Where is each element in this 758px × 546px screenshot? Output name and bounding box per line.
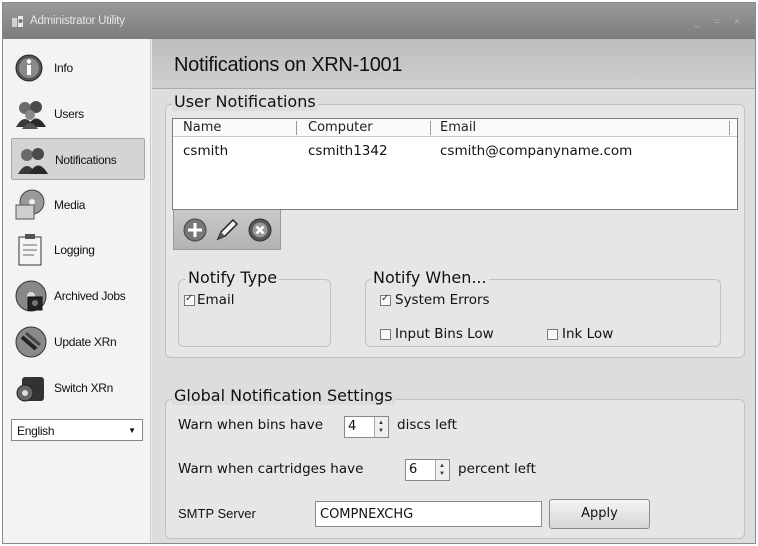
cell-name: csmith [183,143,229,159]
notify-type-legend: Notify Type [186,268,280,287]
app-window: Administrator Utility _ = × Info Users N… [2,2,756,544]
sidebar-item-logging[interactable]: Logging [11,229,145,271]
input-bins-low-checkbox[interactable] [380,329,391,340]
main-panel: Notifications on XRN-1001 User Notificat… [152,39,755,543]
minimize-icon[interactable]: _ [691,17,703,28]
bins-threshold-value: 4 [348,419,357,434]
stepper-up-icon[interactable]: ▲ [378,420,384,426]
app-logo-icon [12,16,23,27]
cartridges-threshold-stepper[interactable]: 6 ▲ ▼ [405,459,450,481]
window-title: Administrator Utility [30,15,125,27]
users-icon [16,101,46,129]
users-table: Name Computer Email csmith csmith1342 cs… [172,118,738,210]
system-errors-checkbox[interactable] [380,293,391,306]
bins-threshold-stepper[interactable]: 4 ▲ ▼ [344,416,389,438]
table-header: Name Computer Email [173,119,737,137]
apply-button[interactable]: Apply [549,499,650,529]
global-settings-legend: Global Notification Settings [172,386,395,405]
smtp-server-input[interactable]: COMPNEXCHG [315,501,542,527]
language-select[interactable]: English ▼ [11,419,143,441]
ink-low-label: Ink Low [562,326,614,342]
maximize-icon[interactable]: = [711,17,723,28]
bins-warning-suffix: discs left [397,417,457,433]
column-header-computer[interactable]: Computer [308,120,373,135]
column-separator[interactable] [430,121,431,135]
sidebar-item-users[interactable]: Users [11,93,145,135]
stepper-down-icon[interactable]: ▼ [378,428,384,434]
title-bar[interactable]: Administrator Utility _ = × [3,3,755,39]
system-errors-label: System Errors [395,292,490,308]
column-separator[interactable] [296,121,297,135]
close-icon[interactable]: × [731,17,743,28]
sidebar-item-label: Users [54,107,84,121]
sidebar-item-label: Media [54,198,86,212]
sidebar-item-archived-jobs[interactable]: Archived Jobs [11,275,145,317]
email-checkbox-label: Email [197,292,235,308]
media-icon [15,189,45,220]
sidebar: Info Users Notifications Media Logging A… [3,39,151,543]
page-title: Notifications on XRN-1001 [174,54,403,76]
sidebar-item-label: Archived Jobs [54,289,126,303]
sidebar-item-switch-xrn[interactable]: Switch XRn [11,367,145,409]
cell-email: csmith@companyname.com [440,143,633,159]
cartridges-threshold-value: 6 [409,462,418,477]
stepper-buttons[interactable]: ▲ ▼ [435,460,449,480]
update-icon [15,326,47,358]
user-notifications-legend: User Notifications [172,92,318,111]
language-value: English [17,424,55,438]
notifications-icon [18,148,48,174]
cartridges-warning-prefix: Warn when cartridges have [178,461,364,477]
logging-icon [18,234,42,266]
ink-low-checkbox[interactable] [547,329,558,340]
column-header-email[interactable]: Email [440,120,476,135]
sidebar-item-info[interactable]: Info [11,47,145,89]
info-icon [15,54,43,82]
column-header-name[interactable]: Name [183,120,221,135]
chevron-down-icon: ▼ [128,426,136,435]
column-separator[interactable] [729,121,730,135]
user-toolbar [173,210,281,250]
cartridges-warning-suffix: percent left [458,461,536,477]
switch-icon [16,377,44,402]
smtp-server-label: SMTP Server [178,506,256,521]
sidebar-item-label: Notifications [55,153,117,167]
delete-icon[interactable] [247,217,273,243]
cell-computer: csmith1342 [308,143,388,159]
stepper-buttons[interactable]: ▲ ▼ [374,417,388,437]
stepper-up-icon[interactable]: ▲ [439,463,445,469]
notify-type-group [178,279,331,347]
sidebar-item-label: Switch XRn [54,381,114,395]
add-icon[interactable] [182,217,208,243]
bins-warning-prefix: Warn when bins have [178,417,323,433]
page-header: Notifications on XRN-1001 [152,39,755,89]
stepper-down-icon[interactable]: ▼ [439,471,445,477]
sidebar-item-label: Logging [54,243,95,257]
sidebar-item-label: Update XRn [54,335,117,349]
sidebar-item-notifications[interactable]: Notifications [11,138,145,180]
input-bins-low-label: Input Bins Low [395,326,494,342]
notify-when-legend: Notify When... [371,268,489,287]
sidebar-item-label: Info [54,61,73,75]
edit-icon[interactable] [214,217,240,243]
archived-jobs-icon [15,280,47,312]
email-checkbox[interactable] [184,293,195,306]
sidebar-item-media[interactable]: Media [11,184,145,226]
sidebar-item-update-xrn[interactable]: Update XRn [11,321,145,363]
